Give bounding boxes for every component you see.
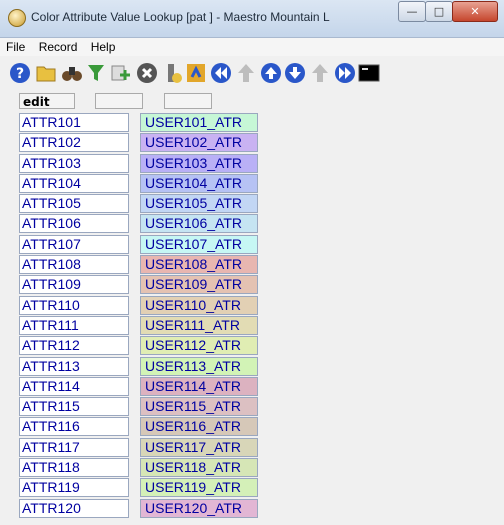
attr-cell[interactable]: ATTR107: [19, 234, 129, 254]
attr-cell[interactable]: ATTR111: [19, 315, 129, 335]
attr-cell[interactable]: ATTR102: [19, 133, 129, 153]
help-icon[interactable]: ?: [8, 61, 32, 85]
title-bar[interactable]: Color Attribute Value Lookup [pat ] - Ma…: [0, 0, 504, 38]
first-record-icon[interactable]: [209, 61, 233, 85]
attr-cell[interactable]: ATTR116: [19, 417, 129, 437]
svg-text:?: ?: [16, 66, 24, 82]
user-value-cell[interactable]: USER112_ATR: [140, 336, 258, 356]
close-button[interactable]: ✕: [452, 1, 498, 22]
user-value-cell[interactable]: USER115_ATR: [140, 397, 258, 417]
last-record-icon[interactable]: [333, 61, 357, 85]
minimize-icon: —: [406, 5, 418, 18]
user-value-cell[interactable]: USER109_ATR: [140, 275, 258, 295]
maximize-icon: □: [433, 5, 445, 18]
attr-cell[interactable]: ATTR117: [19, 437, 129, 457]
close-icon: ✕: [470, 5, 480, 18]
next-disabled-icon[interactable]: [308, 61, 332, 85]
minimize-button[interactable]: —: [398, 1, 426, 22]
user-value-cell[interactable]: USER117_ATR: [140, 437, 258, 457]
user-value-cell[interactable]: USER120_ATR: [140, 498, 258, 518]
attr-cell[interactable]: ATTR119: [19, 478, 129, 498]
attr-cell[interactable]: ATTR118: [19, 458, 129, 478]
user-value-cell[interactable]: USER104_ATR: [140, 173, 258, 193]
toolbar: ?: [0, 58, 504, 88]
previous-disabled-icon[interactable]: [234, 61, 258, 85]
attr-cell[interactable]: ATTR120: [19, 498, 129, 518]
user-value-cell[interactable]: USER119_ATR: [140, 478, 258, 498]
user-value-cell[interactable]: USER102_ATR: [140, 133, 258, 153]
terminal-icon[interactable]: [357, 61, 381, 85]
attr-cell[interactable]: ATTR108: [19, 255, 129, 275]
user-value-cell[interactable]: USER113_ATR: [140, 356, 258, 376]
window-title: Color Attribute Value Lookup [pat ] - Ma…: [31, 10, 330, 24]
user-value-cell[interactable]: USER101_ATR: [140, 113, 258, 132]
delete-record-icon[interactable]: [135, 61, 159, 85]
info-icon[interactable]: [159, 61, 183, 85]
mode-indicator: edit: [19, 93, 75, 109]
user-value-cell[interactable]: USER111_ATR: [140, 315, 258, 335]
user-value-cell[interactable]: USER114_ATR: [140, 376, 258, 396]
menu-help[interactable]: Help: [85, 38, 120, 54]
app-icon: [8, 9, 26, 27]
up-record-icon[interactable]: [259, 61, 283, 85]
user-value-cell[interactable]: USER105_ATR: [140, 194, 258, 214]
attr-cell[interactable]: ATTR106: [19, 214, 129, 234]
down-record-icon[interactable]: [283, 61, 307, 85]
folder-open-icon[interactable]: [34, 61, 58, 85]
menu-record[interactable]: Record: [33, 38, 82, 54]
user-value-cell[interactable]: USER116_ATR: [140, 417, 258, 437]
attr-cell[interactable]: ATTR109: [19, 275, 129, 295]
attr-cell[interactable]: ATTR103: [19, 153, 129, 173]
attr-cell[interactable]: ATTR105: [19, 194, 129, 214]
status-field-3: [164, 93, 212, 109]
caption-buttons: — □ ✕: [398, 1, 498, 22]
user-value-cell[interactable]: USER118_ATR: [140, 458, 258, 478]
refresh-icon[interactable]: [184, 61, 208, 85]
attr-cell[interactable]: ATTR101: [19, 113, 129, 132]
user-value-cell[interactable]: USER103_ATR: [140, 153, 258, 173]
attr-cell[interactable]: ATTR113: [19, 356, 129, 376]
menu-bar: File Record Help: [0, 38, 504, 56]
attr-cell[interactable]: ATTR114: [19, 376, 129, 396]
user-value-cell[interactable]: USER110_ATR: [140, 295, 258, 315]
attr-cell[interactable]: ATTR115: [19, 397, 129, 417]
user-value-cell[interactable]: USER106_ATR: [140, 214, 258, 234]
attr-cell[interactable]: ATTR112: [19, 336, 129, 356]
menu-file[interactable]: File: [0, 38, 29, 54]
filter-icon[interactable]: [84, 61, 108, 85]
user-value-cell[interactable]: USER107_ATR: [140, 234, 258, 254]
add-record-icon[interactable]: [109, 61, 133, 85]
attr-cell[interactable]: ATTR104: [19, 173, 129, 193]
binoculars-icon[interactable]: [60, 61, 84, 85]
attr-cell[interactable]: ATTR110: [19, 295, 129, 315]
user-value-cell[interactable]: USER108_ATR: [140, 255, 258, 275]
maximize-button[interactable]: □: [425, 1, 453, 22]
status-field-2: [95, 93, 143, 109]
